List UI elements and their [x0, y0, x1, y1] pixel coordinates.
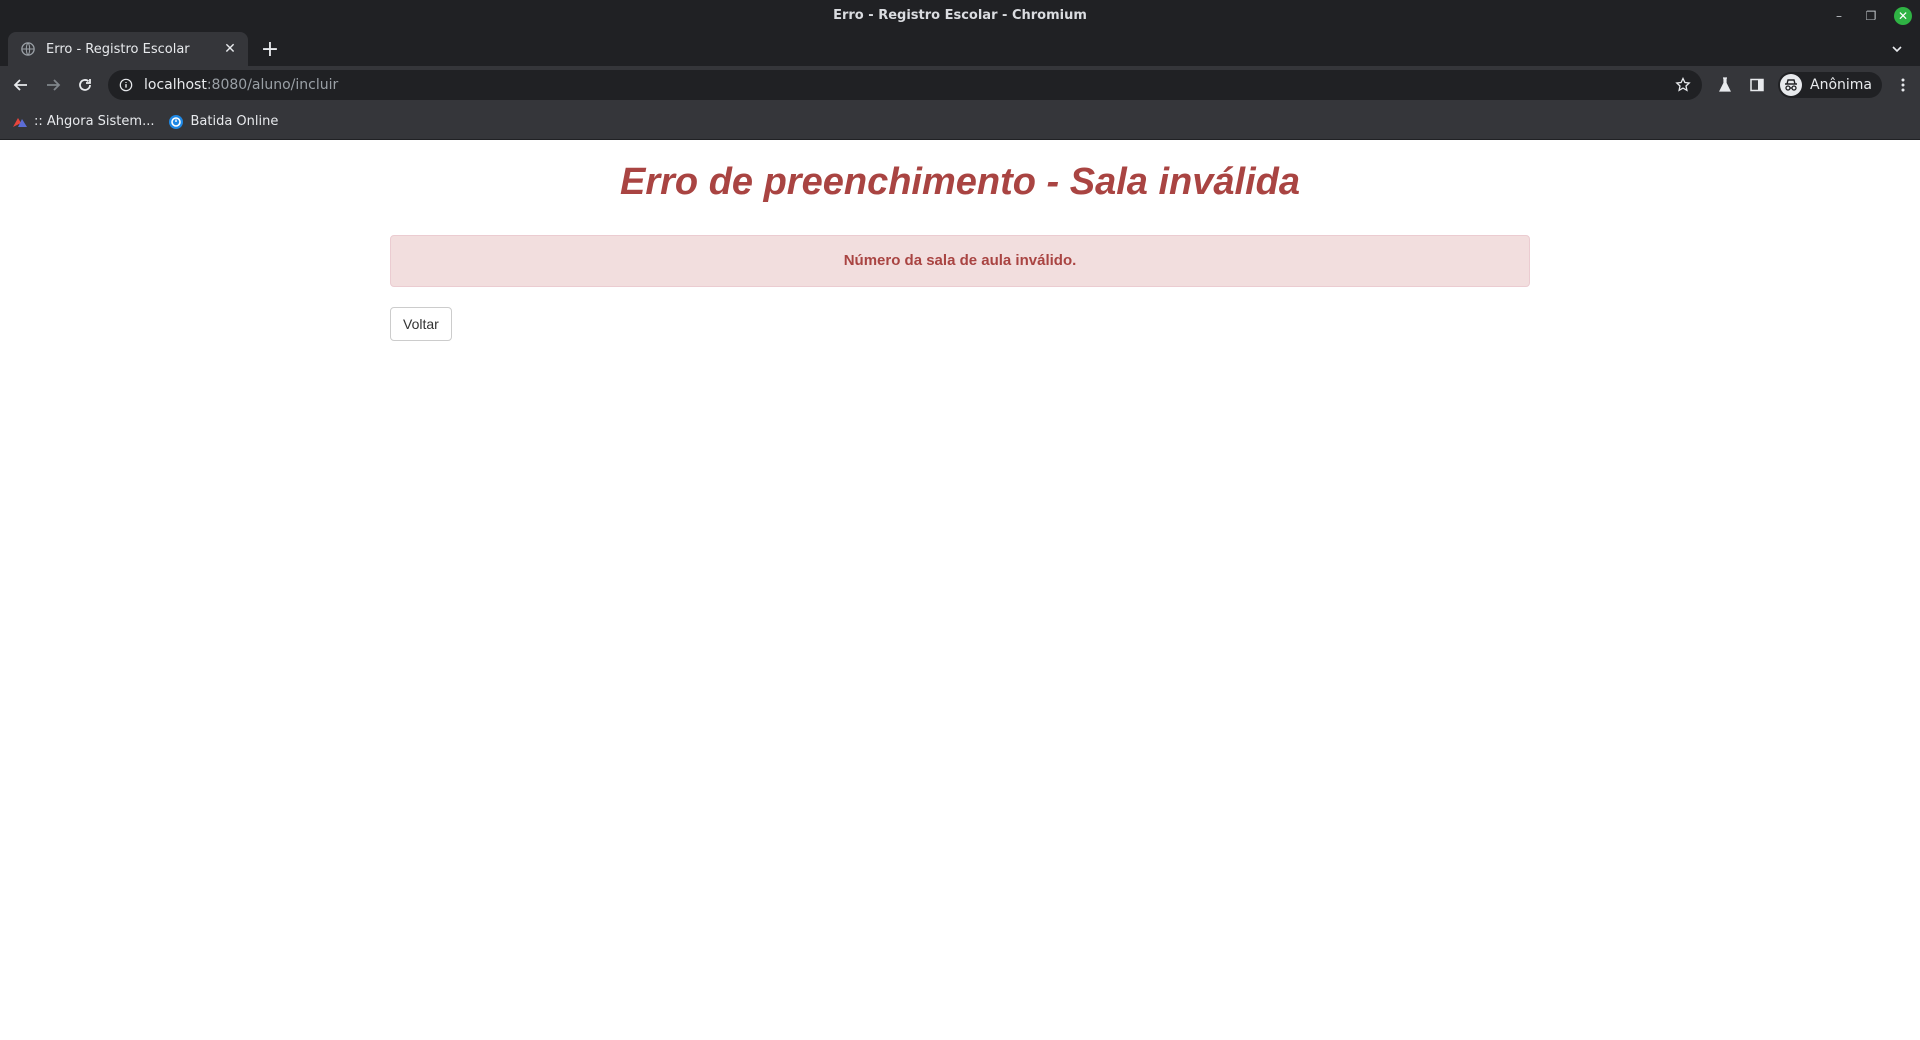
- globe-icon: [20, 41, 36, 57]
- toolbar-actions: Anônima: [1714, 70, 1914, 100]
- bookmark-label: Batida Online: [190, 114, 279, 129]
- new-tab-icon[interactable]: +: [258, 37, 282, 62]
- bookmark-batida-online[interactable]: Batida Online: [168, 114, 278, 130]
- reload-icon[interactable]: [70, 70, 100, 100]
- page-title: Erro de preenchimento - Sala inválida: [620, 161, 1300, 203]
- back-arrow-icon[interactable]: [6, 70, 36, 100]
- page-content: Erro de preenchimento - Sala inválida Nú…: [0, 140, 1920, 1040]
- bookmark-label: :: Ahgora Sistem...: [34, 114, 155, 129]
- window-controls: – ❐ ✕: [1830, 0, 1912, 32]
- incognito-icon: [1780, 74, 1802, 96]
- profile-chip[interactable]: Anônima: [1778, 72, 1882, 98]
- more-menu-icon[interactable]: [1892, 74, 1914, 96]
- tab-strip: Erro - Registro Escolar ✕ +: [0, 32, 1920, 66]
- side-panel-icon[interactable]: [1746, 74, 1768, 96]
- restore-icon[interactable]: ❐: [1862, 7, 1880, 25]
- tab-label: Erro - Registro Escolar: [46, 41, 190, 57]
- labs-flask-icon[interactable]: [1714, 74, 1736, 96]
- profile-name: Anônima: [1810, 77, 1872, 93]
- ahgora-logo-icon: [12, 114, 28, 130]
- chevron-down-icon[interactable]: [1888, 40, 1906, 58]
- site-info-icon[interactable]: [118, 77, 134, 93]
- tab-active[interactable]: Erro - Registro Escolar ✕: [8, 32, 248, 66]
- window-title: Erro - Registro Escolar - Chromium: [833, 8, 1087, 23]
- minimize-icon[interactable]: –: [1830, 7, 1848, 25]
- url-path: :8080/aluno/incluir: [206, 77, 339, 93]
- url-text: localhost:8080/aluno/incluir: [144, 77, 1674, 93]
- browser-toolbar: localhost:8080/aluno/incluir Anônima: [0, 66, 1920, 104]
- forward-arrow-icon[interactable]: [38, 70, 68, 100]
- title-bar: Erro - Registro Escolar - Chromium – ❐ ✕: [0, 0, 1920, 32]
- close-tab-icon[interactable]: ✕: [222, 41, 238, 57]
- error-alert: Número da sala de aula inválido.: [390, 235, 1530, 287]
- browser-window: Erro - Registro Escolar - Chromium – ❐ ✕…: [0, 0, 1920, 1040]
- url-host: localhost: [144, 77, 207, 93]
- batida-online-icon: [168, 114, 184, 130]
- bookmark-star-icon[interactable]: [1674, 76, 1692, 94]
- bookmarks-bar: :: Ahgora Sistem... Batida Online: [0, 104, 1920, 140]
- content-container: Erro de preenchimento - Sala inválida Nú…: [390, 158, 1530, 341]
- bookmark-ahgora[interactable]: :: Ahgora Sistem...: [12, 114, 154, 130]
- address-bar[interactable]: localhost:8080/aluno/incluir: [108, 70, 1702, 100]
- close-window-icon[interactable]: ✕: [1894, 7, 1912, 25]
- back-button[interactable]: Voltar: [390, 307, 452, 341]
